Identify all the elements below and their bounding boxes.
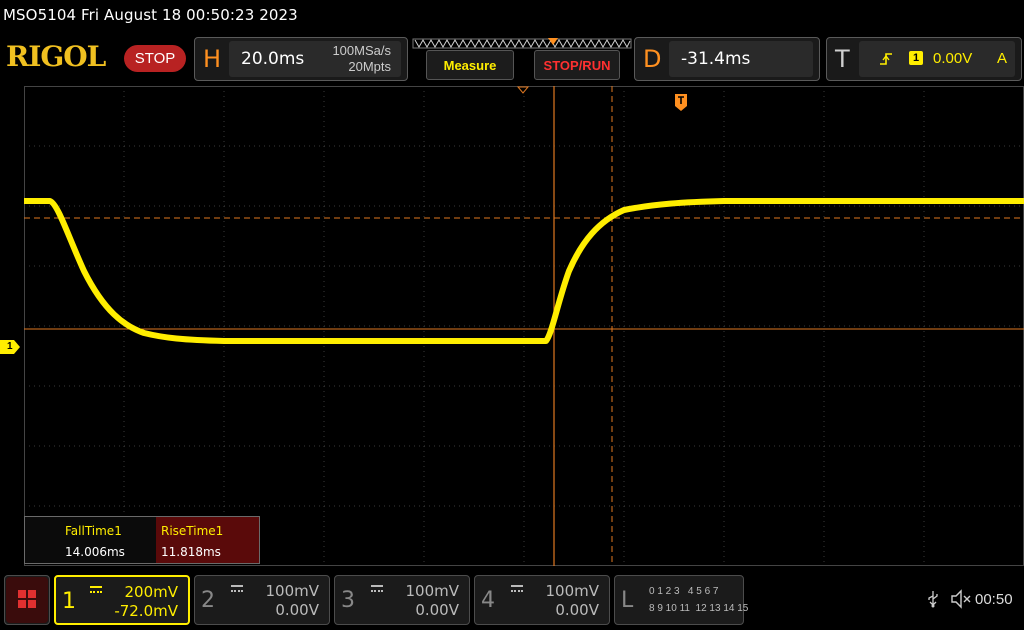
channel-3-offset: 0.00V xyxy=(415,601,459,619)
channel-2-number: 2 xyxy=(201,588,215,613)
channel-4-number: 4 xyxy=(481,588,495,613)
measure-button[interactable]: Measure xyxy=(426,50,514,80)
logic-row-2: 8 9 10 11 12 13 14 15 xyxy=(649,603,749,614)
dc-coupling-icon xyxy=(371,585,383,593)
rigol-logo: RIGOL xyxy=(6,40,106,73)
run-state-badge[interactable]: STOP xyxy=(124,45,186,72)
channel-4-button[interactable]: 4 100mV 0.00V xyxy=(474,575,610,625)
mute-speaker-icon[interactable] xyxy=(950,589,972,609)
channel-1-number: 1 xyxy=(62,589,76,614)
fall-time-cell: FallTime1 14.006ms xyxy=(25,517,155,563)
channel-4-offset: 0.00V xyxy=(555,601,599,619)
delay-panel[interactable]: D -31.4ms xyxy=(634,37,820,81)
trigger-source-badge: 1 xyxy=(909,51,923,65)
trigger-time-marker xyxy=(675,94,687,111)
delay-value: -31.4ms xyxy=(681,49,751,69)
channel-1-offset-marker[interactable]: 1 xyxy=(0,340,20,355)
dc-coupling-icon xyxy=(90,586,102,594)
trigger-mode: A xyxy=(996,50,1007,67)
timebase-value: 20.0ms xyxy=(241,49,305,69)
trigger-tag: T xyxy=(835,45,850,73)
horizontal-tag: H xyxy=(203,45,222,73)
grid-lines xyxy=(24,86,1024,566)
channel-2-offset: 0.00V xyxy=(275,601,319,619)
rise-time-cell: RiseTime1 11.818ms xyxy=(156,517,259,563)
fall-time-value: 14.006ms xyxy=(65,545,125,559)
logic-tag: L xyxy=(621,588,634,613)
rise-time-label: RiseTime1 xyxy=(161,524,224,538)
logic-row-1: 0 1 2 3 4 5 6 7 xyxy=(649,586,719,597)
memory-depth: 20Mpts xyxy=(348,59,391,74)
channel-3-number: 3 xyxy=(341,588,355,613)
system-clock: 00:50 xyxy=(975,591,1013,608)
channel-2-scale: 100mV xyxy=(265,582,319,600)
channel-3-button[interactable]: 3 100mV 0.00V xyxy=(334,575,470,625)
measurement-results[interactable]: FallTime1 14.006ms RiseTime1 11.818ms xyxy=(24,516,260,564)
channel-1-offset: -72.0mV xyxy=(114,602,178,620)
rising-edge-icon xyxy=(880,53,892,65)
menu-button[interactable] xyxy=(4,575,50,625)
menu-grid-icon xyxy=(6,577,48,623)
delay-tag: D xyxy=(643,45,662,73)
logic-channels-button[interactable]: L 0 1 2 3 4 5 6 7 8 9 10 11 12 13 14 15 xyxy=(614,575,748,625)
channel-1-marker-label: 1 xyxy=(7,341,13,352)
trigger-panel[interactable]: T 1 0.00V A xyxy=(826,37,1022,81)
waveform-display[interactable] xyxy=(24,86,1024,566)
channel-3-scale: 100mV xyxy=(405,582,459,600)
sample-rate: 100MSa/s xyxy=(332,43,391,58)
horizontal-panel[interactable]: H 20.0ms 100MSa/s 20Mpts xyxy=(194,37,408,81)
stop-run-button[interactable]: STOP/RUN xyxy=(534,50,620,80)
status-line: MSO5104 Fri August 18 00:50:23 2023 xyxy=(3,6,298,24)
trigger-position-marker xyxy=(516,86,530,94)
memory-position-bar xyxy=(412,38,632,49)
channel-4-scale: 100mV xyxy=(545,582,599,600)
dc-coupling-icon xyxy=(231,585,243,593)
fall-time-label: FallTime1 xyxy=(65,524,122,538)
trigger-level: 0.00V xyxy=(933,50,973,67)
usb-icon xyxy=(928,591,938,608)
rise-time-value: 11.818ms xyxy=(161,545,221,559)
dc-coupling-icon xyxy=(511,585,523,593)
channel-1-scale: 200mV xyxy=(124,583,178,601)
channel-2-button[interactable]: 2 100mV 0.00V xyxy=(194,575,330,625)
channel-1-button[interactable]: 1 200mV -72.0mV xyxy=(54,575,190,625)
